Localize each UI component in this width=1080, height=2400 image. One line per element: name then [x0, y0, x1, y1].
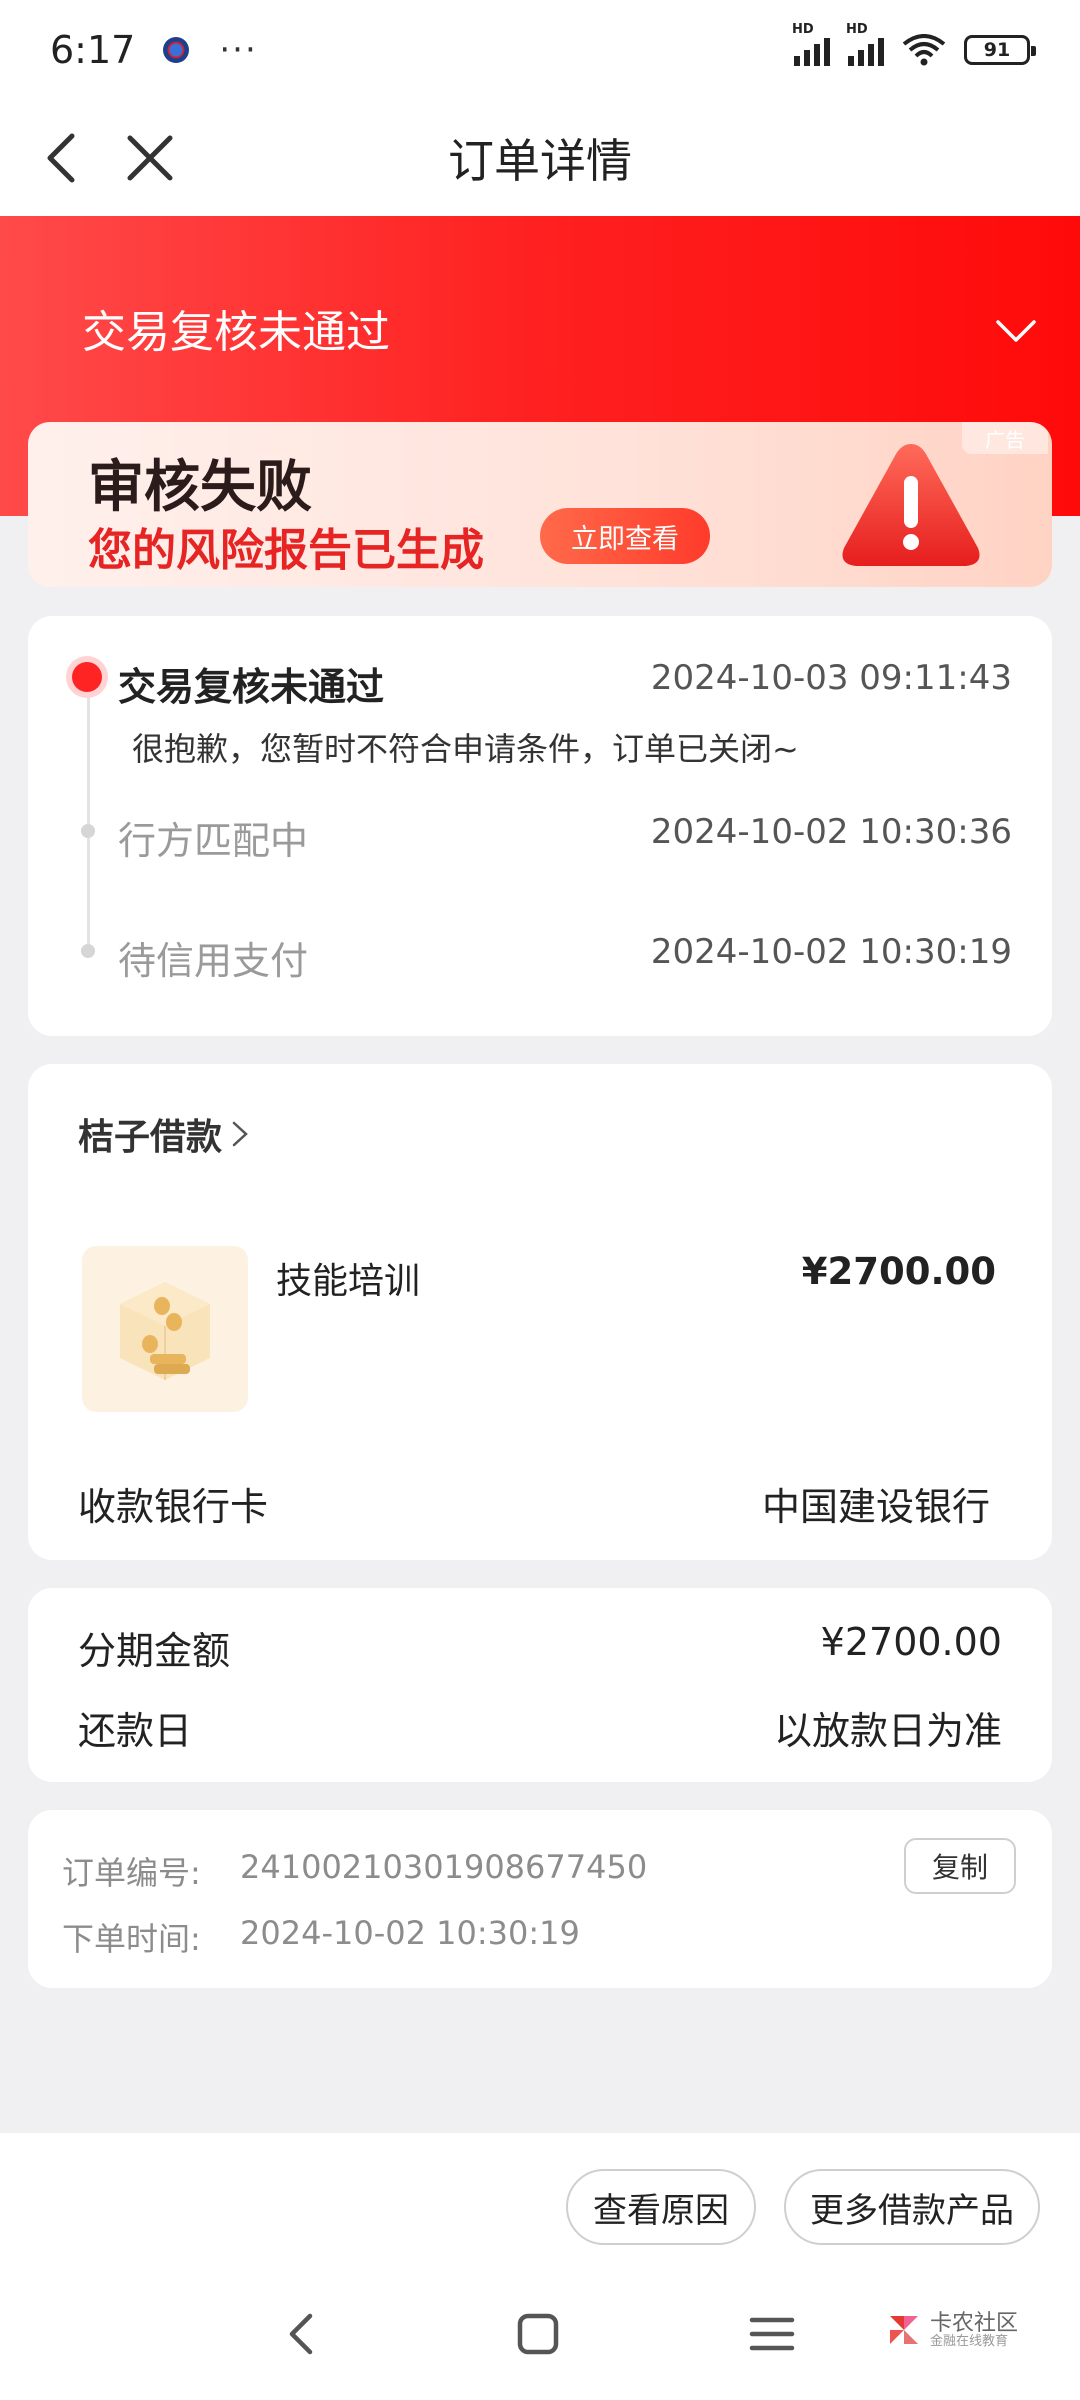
- copy-button[interactable]: 复制: [904, 1838, 1016, 1894]
- nav-back-icon[interactable]: [272, 2304, 332, 2364]
- status-bar: 6:17 ··· HD HD 91: [0, 0, 1080, 100]
- watermark-logo-icon: [889, 2316, 918, 2345]
- coin-box-icon: [120, 1282, 210, 1380]
- bank-card-label: 收款银行卡: [78, 1485, 269, 1529]
- warning-icon: [842, 444, 980, 566]
- nav-menu-icon[interactable]: [742, 2304, 802, 2364]
- bank-card-value: 中国建设银行: [761, 1485, 990, 1529]
- timeline-desc: 很抱歉，您暂时不符合申请条件，订单已关闭~: [132, 730, 799, 768]
- back-icon[interactable]: [36, 128, 96, 188]
- lender-link[interactable]: 桔子借款: [78, 1108, 222, 1160]
- timeline-dot: [81, 944, 95, 958]
- ad-banner[interactable]: 审核失败 您的风险报告已生成 立即查看 广告: [28, 422, 1052, 587]
- view-reason-button[interactable]: 查看原因: [566, 2169, 756, 2245]
- order-info-card: 订单编号: 24100210301908677450 复制 下单时间: 2024…: [28, 1810, 1052, 1988]
- more-loan-products-button[interactable]: 更多借款产品: [784, 2169, 1040, 2245]
- nav-home-icon[interactable]: [508, 2304, 568, 2364]
- product-price: ¥2700.00: [801, 1250, 996, 1293]
- repay-day-value: 以放款日为准: [773, 1709, 1002, 1753]
- product-card: 桔子借款 技能培训 ¥2700.00 收款银行卡 中国建设银行: [28, 1064, 1052, 1560]
- page-title: 订单详情: [448, 134, 632, 188]
- timeline-dot-active: [72, 662, 102, 692]
- timeline-label: 行方匹配中: [118, 819, 309, 863]
- watermark: 卡农社区 金融在线教育: [886, 2312, 1018, 2349]
- app-notification-icon: [163, 37, 190, 63]
- repay-day-label: 还款日: [78, 1709, 193, 1753]
- order-number-value: 24100210301908677450: [240, 1848, 648, 1886]
- timeline-label: 交易复核未通过: [118, 665, 385, 709]
- timeline-time: 2024-10-03 09:11:43: [650, 658, 1012, 698]
- signal-icon-2: HD: [846, 22, 884, 66]
- status-time: 6:17: [50, 28, 136, 72]
- watermark-subtitle: 金融在线教育: [929, 2334, 1008, 2350]
- signal-icon: HD: [792, 22, 830, 66]
- close-icon[interactable]: [120, 128, 180, 188]
- installment-card: 分期金额 ¥2700.00 还款日 以放款日为准: [28, 1588, 1052, 1782]
- battery-icon: 91: [964, 35, 1036, 65]
- ad-headline: 审核失败: [88, 455, 312, 520]
- ad-subline: 您的风险报告已生成: [88, 525, 484, 576]
- status-icons: HD HD 91: [792, 22, 1036, 66]
- order-timeline: 交易复核未通过 2024-10-03 09:11:43 很抱歉，您暂时不符合申请…: [28, 616, 1052, 1036]
- watermark-title: 卡农社区: [929, 2311, 1018, 2336]
- installment-amount-value: ¥2700.00: [820, 1620, 1002, 1664]
- timeline-time: 2024-10-02 10:30:19: [650, 932, 1012, 972]
- timeline-line: [87, 678, 90, 948]
- order-time-label: 下单时间:: [62, 1920, 201, 1958]
- wifi-icon: [902, 34, 946, 66]
- system-nav-bar: 卡农社区 金融在线教育: [0, 2280, 1080, 2400]
- ad-view-button[interactable]: 立即查看: [540, 508, 710, 564]
- status-banner-title: 交易复核未通过: [82, 307, 390, 358]
- timeline-label: 待信用支付: [118, 939, 309, 983]
- timeline-time: 2024-10-02 10:30:36: [650, 812, 1012, 852]
- chevron-right-icon[interactable]: [230, 1120, 250, 1148]
- installment-amount-label: 分期金额: [78, 1629, 231, 1673]
- order-number-label: 订单编号:: [62, 1854, 201, 1892]
- product-name: 技能培训: [276, 1261, 421, 1302]
- order-time-value: 2024-10-02 10:30:19: [240, 1914, 580, 1952]
- nav-bar: 订单详情: [0, 100, 1080, 216]
- product-thumbnail: [82, 1246, 248, 1412]
- more-notifications-icon: ···: [219, 30, 258, 70]
- timeline-dot: [81, 824, 95, 838]
- chevron-down-icon[interactable]: [992, 316, 1040, 346]
